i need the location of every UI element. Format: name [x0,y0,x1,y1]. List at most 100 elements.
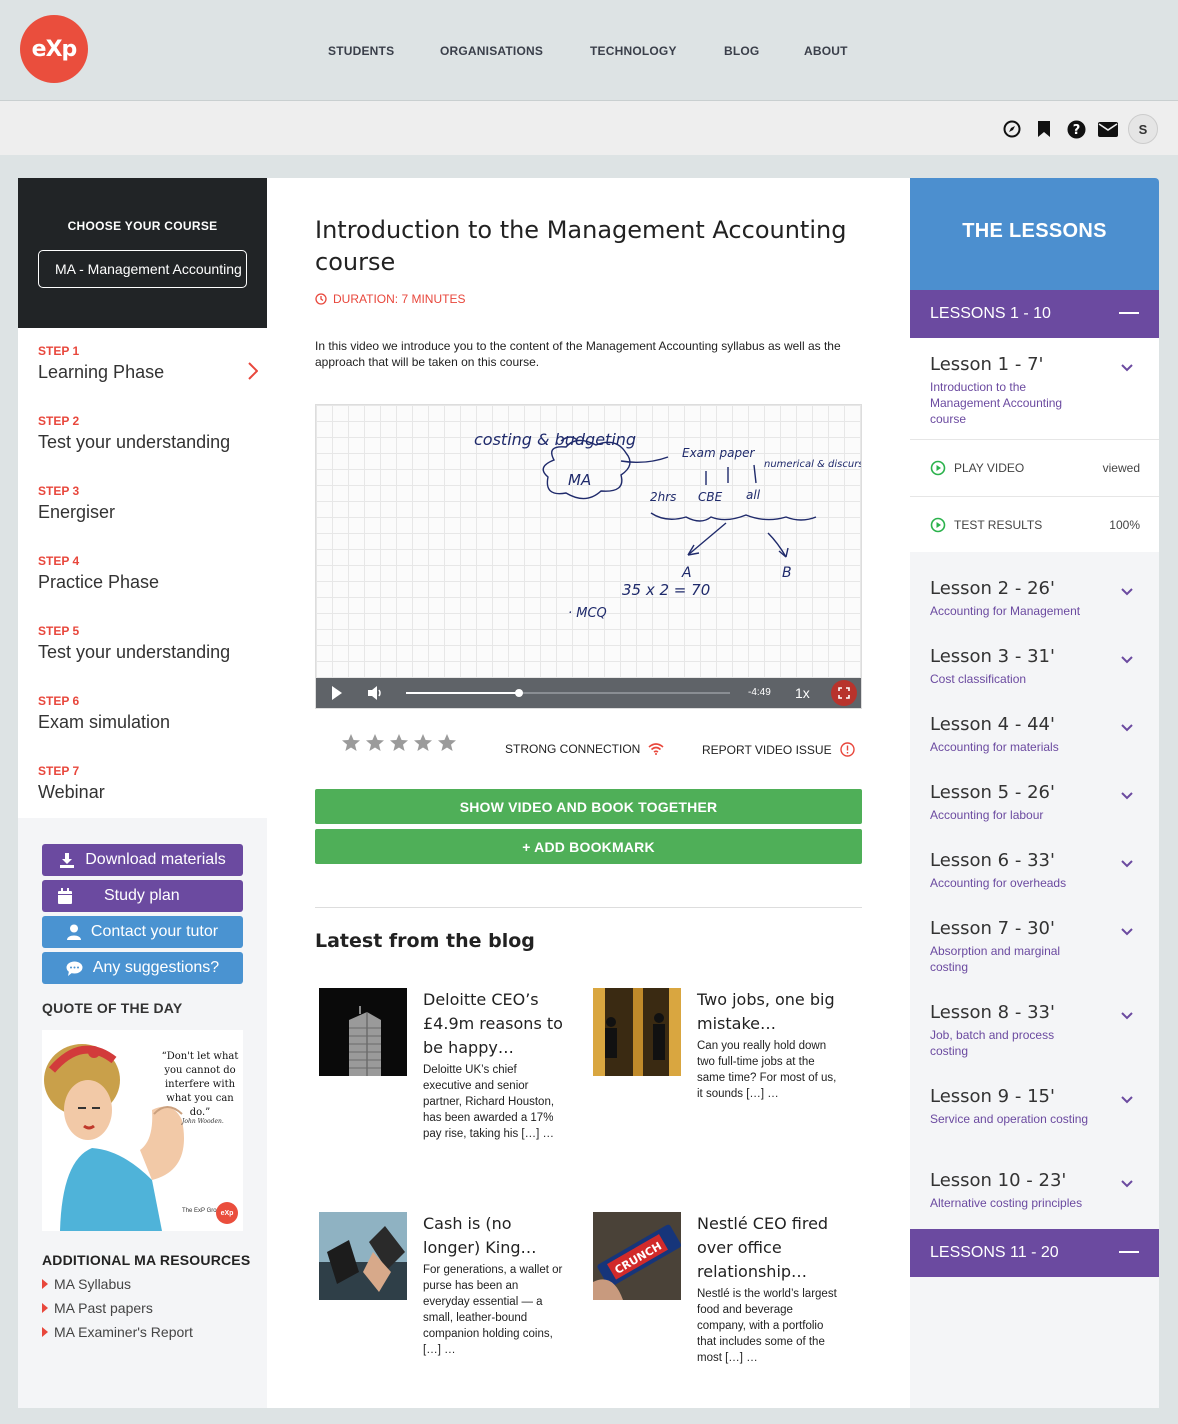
post-title[interactable]: Cash is (no longer) King… [423,1212,573,1260]
video-progress-bar[interactable] [406,689,730,697]
play-icon[interactable] [332,686,342,705]
lesson-item[interactable]: Lesson 3 - 31' Cost classification [930,646,1130,687]
triangle-right-icon [42,1303,48,1313]
lesson-item[interactable]: Lesson 7 - 30' Absorption and marginal co… [930,918,1130,975]
top-header: eXp STUDENTS ORGANISATIONS TECHNOLOGY BL… [0,0,1178,101]
bookmark-icon[interactable] [1028,114,1060,144]
contact-tutor-button[interactable]: Contact your tutor [42,916,243,948]
steps-list: STEP 1 Learning Phase STEP 2 Test your u… [18,328,267,818]
lesson-item[interactable]: Lesson 10 - 23' Alternative costing princ… [930,1170,1130,1211]
course-select[interactable]: MA - Management Accounting [38,250,247,288]
collapse-icon [1119,1251,1139,1253]
chevron-down-icon[interactable] [1121,656,1133,664]
step-label: STEP 1 [38,344,80,358]
star-rating [341,733,457,753]
lesson-title: Lesson 5 - 26' [930,782,1055,803]
course-sidebar: CHOOSE YOUR COURSE MA - Management Accou… [18,178,267,1408]
video-controls: -4:49 1x [316,678,861,708]
resource-label: MA Syllabus [54,1276,132,1292]
step-test-understanding-2[interactable]: STEP 5 Test your understanding [38,624,258,684]
mail-icon[interactable] [1092,114,1124,144]
help-icon[interactable]: ? [1060,114,1092,144]
step-learning-phase[interactable]: STEP 1 Learning Phase [38,344,259,404]
chevron-down-icon[interactable] [1121,364,1133,372]
star-icon[interactable] [437,733,457,753]
nav-about[interactable]: ABOUT [804,44,848,58]
lesson-item[interactable]: Lesson 2 - 26' Accounting for Management [930,578,1130,619]
chevron-down-icon[interactable] [1121,1012,1133,1020]
chevron-down-icon[interactable] [1121,792,1133,800]
collapse-icon [1119,312,1139,314]
post-title[interactable]: Nestlé CEO fired over office relationshi… [697,1212,847,1284]
svg-text:?: ? [1072,123,1080,138]
blog-post[interactable]: Deloitte CEO’s £4.9m reasons to be happy… [319,988,569,1178]
show-video-and-book-button[interactable]: SHOW VIDEO AND BOOK TOGETHER [315,789,862,824]
chevron-down-icon[interactable] [1121,724,1133,732]
compass-icon[interactable] [996,114,1028,144]
step-exam-simulation[interactable]: STEP 6 Exam simulation [38,694,258,754]
quote-of-the-day-image: “Don't let what you cannot do interfere … [42,1030,243,1231]
download-materials-button[interactable]: Download materials [42,844,243,876]
post-excerpt: For generations, a wallet or purse has b… [423,1264,563,1356]
step-test-understanding[interactable]: STEP 2 Test your understanding [38,414,258,474]
study-plan-button[interactable]: Study plan [42,880,243,912]
chevron-down-icon[interactable] [1121,928,1133,936]
step-energiser[interactable]: STEP 3 Energiser [38,484,258,544]
nav-blog[interactable]: BLOG [724,44,759,58]
blog-post[interactable]: Two jobs, one big mistake… Can you reall… [593,988,843,1178]
chevron-down-icon[interactable] [1121,588,1133,596]
play-video-status: viewed [1102,461,1140,475]
resource-link-past-papers[interactable]: MA Past papers [42,1300,153,1316]
star-icon[interactable] [389,733,409,753]
contact-tutor-label: Contact your tutor [90,923,219,940]
whiteboard-text: costing & budgeting [474,430,636,449]
test-results-row[interactable]: TEST RESULTS 100% [930,515,1140,535]
star-icon[interactable] [365,733,385,753]
add-bookmark-button[interactable]: + ADD BOOKMARK [315,829,862,864]
lesson-group-1-10[interactable]: LESSONS 1 - 10 [910,290,1159,338]
page-title: Introduction to the Management Accountin… [315,216,847,276]
fullscreen-icon[interactable] [831,680,857,706]
step-practice-phase[interactable]: STEP 4 Practice Phase [38,554,258,614]
step-label: STEP 7 [38,764,80,778]
blog-post[interactable]: Cash is (no longer) King… For generation… [319,1212,569,1392]
resource-link-examiners-report[interactable]: MA Examiner's Report [42,1324,193,1340]
nav-technology[interactable]: TECHNOLOGY [590,44,677,58]
video-player[interactable]: costing & budgeting MA Exam paper numeri… [315,404,862,709]
chevron-down-icon[interactable] [1121,1180,1133,1188]
play-circle-icon [930,460,946,476]
post-title[interactable]: Deloitte CEO’s £4.9m reasons to be happy… [423,988,573,1060]
lesson-item[interactable]: Lesson 9 - 15' Service and operation cost… [930,1086,1130,1127]
test-results-label: TEST RESULTS [954,518,1043,532]
step-name: Exam simulation [38,712,171,732]
post-title[interactable]: Two jobs, one big mistake… [697,988,847,1036]
step-name: Learning Phase [38,362,165,382]
quote-text: “Don't let what you cannot do interfere … [161,1051,239,1118]
suggestions-button[interactable]: Any suggestions? [42,952,243,984]
resource-link-syllabus[interactable]: MA Syllabus [42,1276,131,1292]
lesson-item[interactable]: Lesson 6 - 33' Accounting for overheads [930,850,1130,891]
lesson-group-11-20[interactable]: LESSONS 11 - 20 [910,1229,1159,1277]
lesson-item[interactable]: Lesson 8 - 33' Job, batch and process cos… [930,1002,1130,1059]
chevron-down-icon[interactable] [1121,1096,1133,1104]
nav-organisations[interactable]: ORGANISATIONS [440,44,543,58]
playback-rate[interactable]: 1x [795,685,810,701]
step-name: Test your understanding [38,432,231,452]
video-progress-knob[interactable] [515,689,524,697]
post-excerpt: Deloitte UK’s chief executive and senior… [423,1064,555,1140]
chevron-down-icon[interactable] [1121,860,1133,868]
star-icon[interactable] [341,733,361,753]
play-video-row[interactable]: PLAY VIDEO viewed [930,458,1140,478]
volume-icon[interactable] [368,686,384,705]
step-webinar[interactable]: STEP 7 Webinar [38,764,258,824]
blog-post[interactable]: CRUNCH Nestlé CEO fired over office rela… [593,1212,843,1392]
video-progress-fill [406,692,520,694]
star-icon[interactable] [413,733,433,753]
report-video-issue[interactable]: REPORT VIDEO ISSUE [702,742,855,757]
lesson-item[interactable]: Lesson 4 - 44' Accounting for materials [930,714,1130,755]
user-avatar[interactable]: S [1128,114,1158,144]
lesson-item[interactable]: Lesson 1 - 7' Introduction to the Managem… [930,354,1130,427]
nav-students[interactable]: STUDENTS [328,44,394,58]
quote-author: John Wooden. [182,1118,224,1125]
lesson-item[interactable]: Lesson 5 - 26' Accounting for labour [930,782,1130,823]
